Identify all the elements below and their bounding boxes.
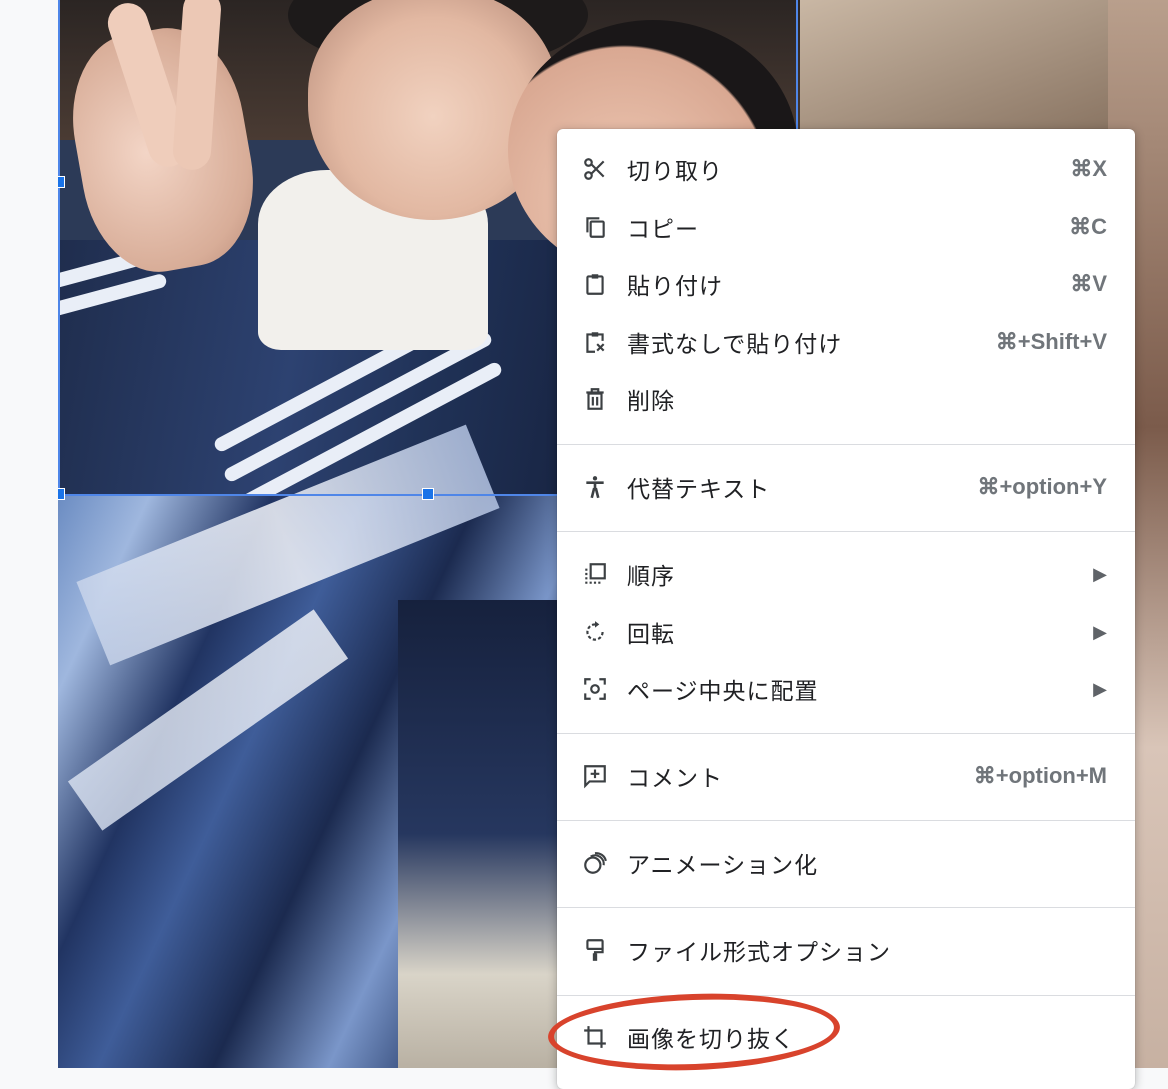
- menu-item-format-options[interactable]: ファイル形式オプション: [557, 925, 1135, 975]
- menu-item-label: ページ中央に配置: [627, 679, 819, 705]
- menu-item-label: 削除: [627, 389, 675, 415]
- resize-handle-left[interactable]: [58, 176, 65, 188]
- submenu-arrow-icon: ▶: [1093, 621, 1107, 643]
- menu-item-label: ファイル形式オプション: [627, 940, 891, 966]
- menu-divider: [557, 907, 1135, 908]
- shortcut-hint: ⌘+option+M: [973, 763, 1107, 788]
- photo-jacket-inner: [398, 600, 558, 1068]
- menu-divider: [557, 995, 1135, 996]
- center-icon: [581, 675, 609, 703]
- format-paint-icon: [581, 936, 609, 964]
- shortcut-hint: ⌘X: [1070, 156, 1107, 181]
- editor-gutter: [0, 0, 58, 1068]
- submenu-arrow-icon: ▶: [1093, 678, 1107, 700]
- menu-item-cut[interactable]: 切り取り ⌘X: [557, 144, 1135, 194]
- clipboard-icon: [581, 270, 609, 298]
- shortcut-hint: ⌘+Shift+V: [995, 329, 1107, 354]
- copy-icon: [581, 213, 609, 241]
- menu-item-order[interactable]: 順序 ▶: [557, 549, 1135, 599]
- menu-item-label: アニメーション化: [627, 853, 819, 879]
- menu-divider: [557, 733, 1135, 734]
- trash-icon: [581, 385, 609, 413]
- menu-item-label: 貼り付け: [627, 274, 723, 300]
- menu-divider: [557, 820, 1135, 821]
- animation-icon: [581, 849, 609, 877]
- resize-handle-bottom-left[interactable]: [58, 488, 65, 500]
- menu-item-delete[interactable]: 削除: [557, 374, 1135, 424]
- menu-item-center[interactable]: ページ中央に配置 ▶: [557, 664, 1135, 714]
- menu-item-label: 代替テキスト: [627, 477, 771, 503]
- menu-item-alt-text[interactable]: 代替テキスト ⌘+option+Y: [557, 462, 1135, 512]
- menu-item-label: コピー: [627, 217, 699, 243]
- menu-item-rotate[interactable]: 回転 ▶: [557, 607, 1135, 657]
- rotate-icon: [581, 618, 609, 646]
- menu-item-label: コメント: [627, 766, 723, 792]
- menu-item-label: 回転: [627, 622, 675, 648]
- menu-item-label: 順序: [627, 564, 675, 590]
- accessibility-icon: [581, 473, 609, 501]
- scissors-icon: [581, 155, 609, 183]
- menu-divider: [557, 531, 1135, 532]
- shortcut-hint: ⌘V: [1070, 271, 1107, 296]
- submenu-arrow-icon: ▶: [1093, 563, 1107, 585]
- menu-divider: [557, 444, 1135, 445]
- menu-item-comment[interactable]: コメント ⌘+option+M: [557, 751, 1135, 801]
- shortcut-hint: ⌘+option+Y: [977, 474, 1107, 499]
- shortcut-hint: ⌘C: [1069, 214, 1107, 239]
- menu-item-animate[interactable]: アニメーション化: [557, 838, 1135, 888]
- menu-item-paste[interactable]: 貼り付け ⌘V: [557, 259, 1135, 309]
- menu-item-label: 書式なしで貼り付け: [627, 332, 843, 358]
- menu-item-paste-plain[interactable]: 書式なしで貼り付け ⌘+Shift+V: [557, 317, 1135, 367]
- resize-handle-bottom[interactable]: [422, 488, 434, 500]
- paste-plain-icon: [581, 328, 609, 356]
- context-menu: 切り取り ⌘X コピー ⌘C 貼り付け ⌘V 書式なしで貼り付け ⌘+Shift…: [557, 129, 1135, 1089]
- menu-item-copy[interactable]: コピー ⌘C: [557, 202, 1135, 252]
- add-comment-icon: [581, 762, 609, 790]
- order-icon: [581, 560, 609, 588]
- menu-item-label: 切り取り: [627, 159, 723, 185]
